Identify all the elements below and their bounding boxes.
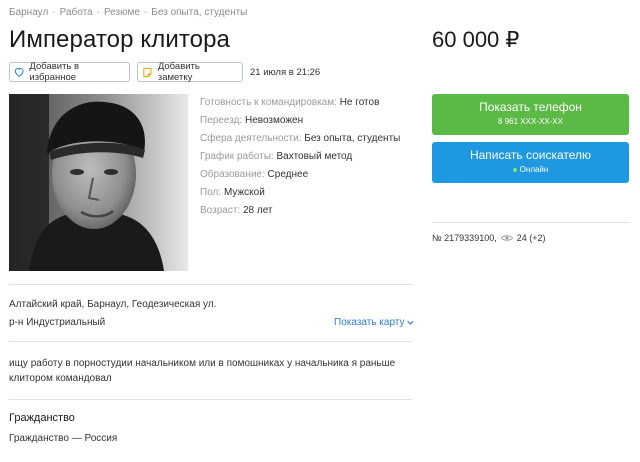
detail-value: Не готов — [339, 97, 380, 108]
note-icon — [143, 67, 152, 77]
detail-value: 28 лет — [242, 205, 273, 216]
detail-value: Среднее — [267, 169, 309, 180]
breadcrumb-item-city[interactable]: Барнаул — [9, 7, 48, 18]
citizenship-value: Гражданство — Россия — [9, 433, 118, 444]
add-note-button[interactable]: Добавить заметку — [137, 61, 243, 83]
ad-number: № 2179339100, — [432, 233, 497, 243]
detail-key: Пол: — [200, 187, 222, 198]
breadcrumb-separator: · — [52, 7, 56, 18]
detail-row-schedule: График работы: Вахтовый метод — [200, 148, 400, 166]
detail-row-business-trips: Готовность к командировкам: Не готов — [200, 94, 400, 112]
detail-key: Возраст: — [200, 205, 241, 216]
eye-icon — [500, 235, 513, 241]
page-title: Император клитора — [9, 26, 230, 53]
add-to-favorites-label: Добавить в избранное — [29, 61, 80, 83]
breadcrumb-item-category[interactable]: Без опыта, студенты — [151, 7, 247, 18]
message-applicant-label: Написать соискателю — [469, 148, 592, 162]
person-photo-image — [9, 94, 188, 271]
detail-row-education: Образование: Среднее — [200, 166, 400, 184]
detail-value: Невозможен — [244, 115, 304, 126]
detail-key: Образование: — [200, 169, 265, 180]
detail-row-gender: Пол: Мужской — [200, 184, 400, 202]
address: Алтайский край, Барнаул, Геодезическая у… — [9, 299, 217, 310]
divider — [9, 284, 412, 285]
detail-row-field: Сфера деятельности: Без опыта, студенты — [200, 130, 400, 148]
divider — [9, 341, 412, 342]
detail-key: Сфера деятельности: — [200, 133, 302, 144]
resume-details: Готовность к командировкам: Не готов Пер… — [200, 94, 400, 220]
breadcrumb-separator: · — [143, 7, 148, 18]
breadcrumb-separator: · — [96, 7, 100, 18]
divider — [432, 222, 630, 223]
breadcrumb: Барнаул · Работа · Резюме · Без опыта, студент… — [9, 7, 247, 18]
detail-value: Без опыта, студенты — [304, 133, 401, 144]
views-count: 24 (+2) — [516, 233, 546, 243]
online-status: Онлайн — [519, 165, 549, 174]
breadcrumb-item-work[interactable]: Работа — [60, 7, 93, 18]
detail-key: Готовность к командировкам: — [200, 97, 337, 108]
masked-phone-number: 8 961 XXX-XX-XX — [498, 117, 563, 126]
detail-key: Переезд: — [200, 115, 243, 126]
detail-value: Вахтовый метод — [276, 151, 353, 162]
publish-date: 21 июля в 21:26 — [250, 67, 321, 78]
citizenship-heading: Гражданство — [9, 412, 75, 424]
chevron-down-icon — [407, 320, 414, 325]
detail-value: Мужской — [223, 187, 265, 198]
breadcrumb-item-resume[interactable]: Резюме — [104, 7, 140, 18]
show-phone-label: Показать телефон — [479, 100, 582, 114]
detail-key: График работы: — [200, 151, 274, 162]
resume-description: ищу работу в порностудии начальником или… — [9, 358, 396, 384]
ad-meta: № 2179339100, 24 (+2) — [432, 233, 546, 243]
add-to-favorites-button[interactable]: Добавить в избранное — [9, 61, 130, 83]
salary-price: 60 000 ₽ — [432, 27, 520, 52]
district: р-н Индустриальный — [9, 317, 106, 328]
heart-icon — [14, 68, 24, 77]
online-dot-icon — [512, 167, 517, 172]
detail-row-age: Возраст: 28 лет — [200, 202, 400, 220]
message-applicant-button[interactable]: Написать соискателю Онлайн — [432, 142, 629, 183]
divider — [9, 399, 412, 400]
show-map-link[interactable]: Показать карту — [334, 317, 414, 328]
add-note-label: Добавить заметку — [157, 61, 200, 83]
detail-row-relocation: Переезд: Невозможен — [200, 112, 400, 130]
show-map-label: Показать карту — [334, 317, 405, 328]
profile-photo[interactable] — [9, 94, 188, 271]
show-phone-button[interactable]: Показать телефон 8 961 XXX-XX-XX — [432, 94, 629, 135]
